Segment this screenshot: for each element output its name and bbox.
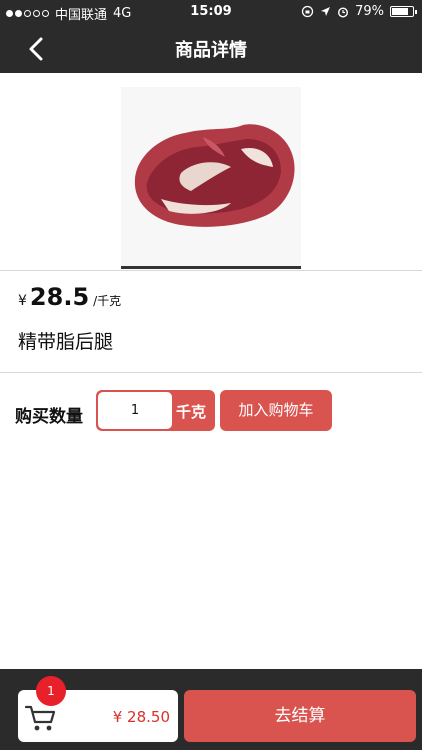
product-detail-screen: 中国联通 4G 15:09 79% 商品详情 ¥ 28.5 /千克 精带脂后腿 … (0, 0, 422, 750)
location-icon (321, 7, 331, 16)
divider (0, 372, 422, 373)
battery-icon (390, 6, 417, 17)
divider (0, 270, 422, 271)
price-unit: /千克 (93, 294, 122, 308)
product-image[interactable] (121, 87, 301, 267)
product-name: 精带脂后腿 (18, 331, 114, 353)
nav-bar: 商品详情 (0, 24, 422, 73)
quantity-control: 千克 (96, 390, 215, 431)
checkout-button[interactable]: 去结算 (184, 690, 416, 742)
product-price: 28.5 (29, 283, 90, 311)
quantity-input[interactable] (98, 392, 172, 429)
status-right: 79% (301, 4, 417, 19)
header: 中国联通 4G 15:09 79% 商品详情 (0, 0, 422, 73)
cart-count-badge: 1 (36, 676, 66, 706)
page-title: 商品详情 (175, 40, 247, 61)
alarm-icon (338, 6, 349, 18)
rotation-lock-icon (301, 5, 314, 18)
currency-symbol: ¥ (18, 293, 27, 309)
price-row: ¥ 28.5 /千克 (18, 283, 121, 311)
cart-icon[interactable] (25, 704, 57, 732)
image-indicator (121, 266, 301, 269)
quantity-label: 购买数量 (15, 407, 83, 427)
status-bar: 中国联通 4G 15:09 79% (0, 0, 422, 24)
quantity-unit: 千克 (176, 403, 207, 421)
cart-total: ¥ 28.50 (112, 708, 170, 726)
add-to-cart-button[interactable]: 加入购物车 (220, 390, 332, 431)
battery-percent: 79% (355, 4, 384, 19)
